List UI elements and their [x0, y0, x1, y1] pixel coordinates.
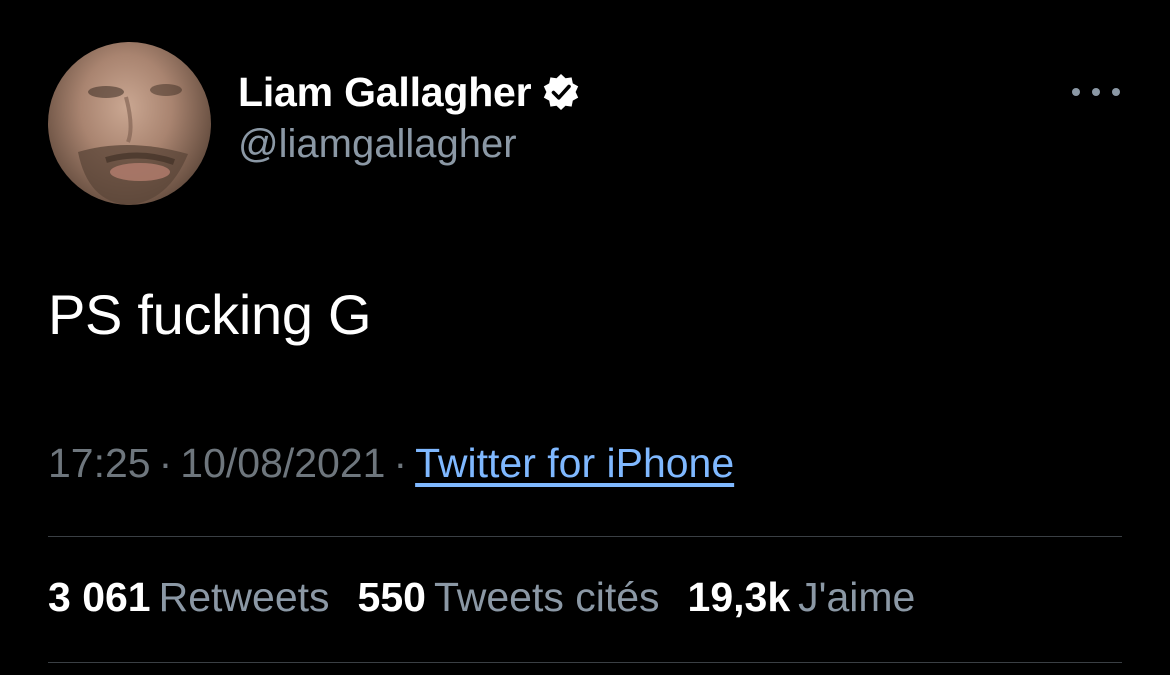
verified-badge-icon	[541, 72, 581, 112]
tweet-stats: 3 061 Retweets 550 Tweets cités 19,3k J'aim…	[48, 574, 943, 621]
avatar[interactable]	[48, 42, 211, 205]
quotes-stat[interactable]: 550 Tweets cités	[358, 574, 660, 621]
tweet-time[interactable]: 17:25	[48, 440, 151, 486]
quotes-label: Tweets cités	[433, 574, 660, 620]
retweets-stat[interactable]: 3 061 Retweets	[48, 574, 330, 621]
avatar-image	[78, 84, 188, 205]
tweet-text: PS fucking G	[48, 283, 372, 346]
name-row: Liam Gallagher	[238, 64, 581, 120]
more-dot	[1072, 88, 1080, 96]
author-handle[interactable]: @liamgallagher	[238, 122, 581, 167]
likes-count: 19,3k	[687, 574, 791, 620]
meta-separator: ·	[158, 440, 173, 486]
tweet-date[interactable]: 10/08/2021	[180, 440, 385, 486]
likes-stat[interactable]: 19,3k J'aime	[688, 574, 916, 621]
quotes-count: 550	[357, 574, 426, 620]
retweets-count: 3 061	[48, 574, 151, 620]
more-options-icon[interactable]	[1072, 78, 1120, 106]
author-block: Liam Gallagher @liamgallagher	[238, 64, 581, 167]
more-dot	[1092, 88, 1100, 96]
tweet-source-link[interactable]: Twitter for iPhone	[415, 440, 734, 486]
tweet-meta: 17:25 · 10/08/2021 · Twitter for iPhone	[48, 440, 734, 487]
retweets-label: Retweets	[158, 574, 330, 620]
likes-label: J'aime	[798, 574, 916, 620]
divider	[48, 536, 1122, 537]
divider	[48, 662, 1122, 663]
display-name[interactable]: Liam Gallagher	[238, 69, 532, 116]
more-dot	[1112, 88, 1120, 96]
meta-separator: ·	[393, 440, 408, 486]
